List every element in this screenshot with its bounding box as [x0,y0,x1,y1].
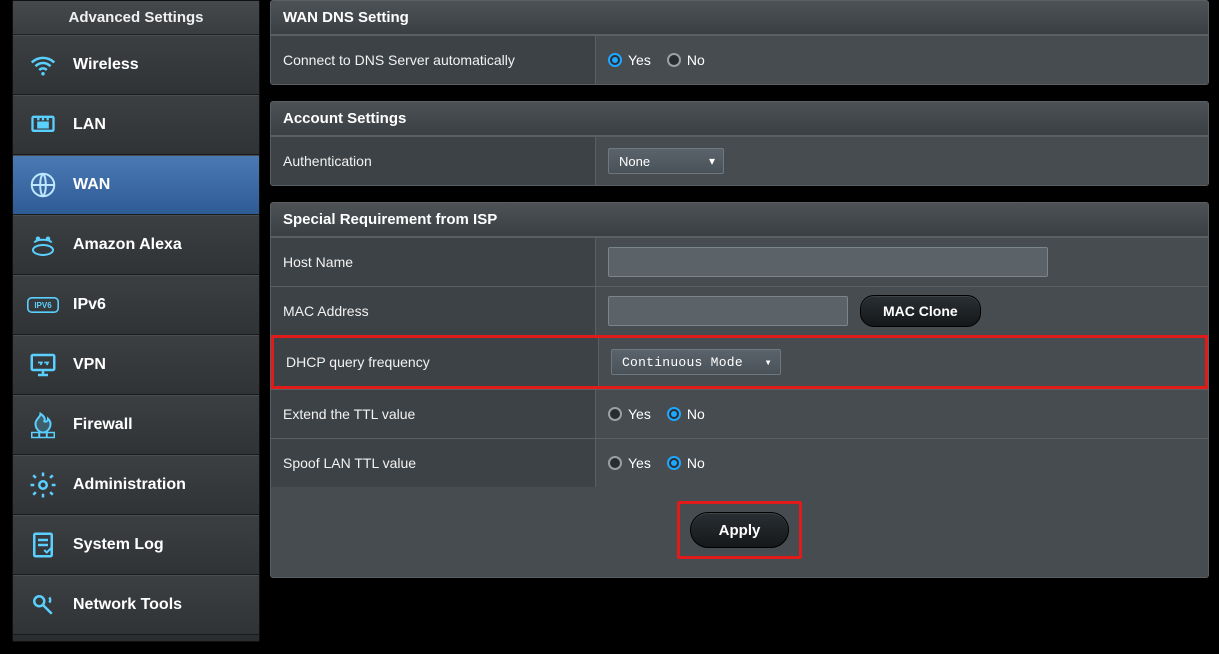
authentication-select[interactable]: None ▾ [608,148,724,174]
chevron-down-icon: ▾ [709,154,715,168]
lan-icon [27,109,59,141]
connect-dns-auto-yes-radio[interactable] [608,53,622,67]
apply-row: Apply [271,487,1208,577]
sidebar-item-label: Administration [73,476,186,494]
sidebar-item-wireless[interactable]: Wireless [13,35,259,95]
wifi-icon [27,49,59,81]
ipv6-icon: IPV6 [27,289,59,321]
radio-no-label: No [687,455,705,471]
spoof-ttl-no-radio[interactable] [667,456,681,470]
globe-icon [27,169,59,201]
tools-icon [27,589,59,621]
mac-address-input[interactable] [608,296,848,326]
dhcp-query-frequency-row: DHCP query frequency Continuous Mode ▾ [271,335,1208,389]
radio-no-label: No [687,406,705,422]
apply-highlight: Apply [677,501,803,559]
connect-dns-auto-yes[interactable]: Yes [608,52,651,68]
sidebar-item-label: LAN [73,116,106,134]
gear-icon [27,469,59,501]
authentication-selected: None [619,154,650,169]
radio-no-label: No [687,52,705,68]
dhcp-query-frequency-label: DHCP query frequency [274,338,599,386]
sidebar-title: Advanced Settings [13,1,259,35]
radio-yes-label: Yes [628,52,651,68]
sidebar-item-label: Network Tools [73,596,182,614]
advanced-settings-sidebar: Advanced Settings Wireless LAN WAN Amazo… [12,0,260,642]
extend-ttl-no-radio[interactable] [667,407,681,421]
sidebar-item-administration[interactable]: Administration [13,455,259,515]
wan-dns-header: WAN DNS Setting [271,1,1208,35]
sidebar-item-wan[interactable]: WAN [13,155,259,215]
isp-requirement-panel: Special Requirement from ISP Host Name M… [270,202,1209,578]
authentication-row: Authentication None ▾ [271,136,1208,185]
extend-ttl-yes[interactable]: Yes [608,406,651,422]
mac-address-row: MAC Address MAC Clone [271,286,1208,335]
sidebar-item-lan[interactable]: LAN [13,95,259,155]
extend-ttl-radio-group: Yes No [608,406,705,422]
extend-ttl-label: Extend the TTL value [271,390,596,438]
host-name-input[interactable] [608,247,1048,277]
account-settings-panel: Account Settings Authentication None ▾ [270,101,1209,186]
svg-text:IPV6: IPV6 [34,301,52,310]
sidebar-item-label: Wireless [73,56,139,74]
account-settings-header: Account Settings [271,102,1208,136]
sidebar-item-firewall[interactable]: Firewall [13,395,259,455]
sidebar-item-network-tools[interactable]: Network Tools [13,575,259,635]
extend-ttl-row: Extend the TTL value Yes No [271,389,1208,438]
authentication-label: Authentication [271,137,596,185]
connect-dns-auto-row: Connect to DNS Server automatically Yes … [271,35,1208,84]
mac-address-label: MAC Address [271,287,596,335]
firewall-icon [27,409,59,441]
alexa-icon [27,229,59,261]
isp-requirement-header: Special Requirement from ISP [271,203,1208,237]
sidebar-item-ipv6[interactable]: IPV6 IPv6 [13,275,259,335]
spoof-ttl-yes-radio[interactable] [608,456,622,470]
wan-settings-content: WAN DNS Setting Connect to DNS Server au… [260,0,1219,654]
sidebar-item-label: Amazon Alexa [73,236,182,254]
sidebar-item-vpn[interactable]: VPN [13,335,259,395]
dhcp-query-frequency-selected: Continuous Mode [622,355,743,370]
host-name-label: Host Name [271,238,596,286]
spoof-ttl-radio-group: Yes No [608,455,705,471]
chevron-down-icon: ▾ [765,355,773,370]
connect-dns-auto-radio-group: Yes No [608,52,705,68]
vpn-icon [27,349,59,381]
sidebar-item-system-log[interactable]: System Log [13,515,259,575]
sidebar-item-label: VPN [73,356,106,374]
host-name-row: Host Name [271,237,1208,286]
log-icon [27,529,59,561]
spoof-ttl-no[interactable]: No [667,455,705,471]
spoof-ttl-row: Spoof LAN TTL value Yes No [271,438,1208,487]
mac-clone-button[interactable]: MAC Clone [860,295,981,327]
wan-dns-panel: WAN DNS Setting Connect to DNS Server au… [270,0,1209,85]
sidebar-item-label: IPv6 [73,296,106,314]
spoof-ttl-yes[interactable]: Yes [608,455,651,471]
extend-ttl-no[interactable]: No [667,406,705,422]
connect-dns-auto-no[interactable]: No [667,52,705,68]
sidebar-item-amazon-alexa[interactable]: Amazon Alexa [13,215,259,275]
sidebar-item-label: System Log [73,536,164,554]
connect-dns-auto-label: Connect to DNS Server automatically [271,36,596,84]
connect-dns-auto-no-radio[interactable] [667,53,681,67]
apply-button[interactable]: Apply [690,512,790,548]
spoof-ttl-label: Spoof LAN TTL value [271,439,596,487]
radio-yes-label: Yes [628,406,651,422]
sidebar-item-label: Firewall [73,416,133,434]
radio-yes-label: Yes [628,455,651,471]
extend-ttl-yes-radio[interactable] [608,407,622,421]
sidebar-item-label: WAN [73,176,110,194]
dhcp-query-frequency-select[interactable]: Continuous Mode ▾ [611,349,781,375]
